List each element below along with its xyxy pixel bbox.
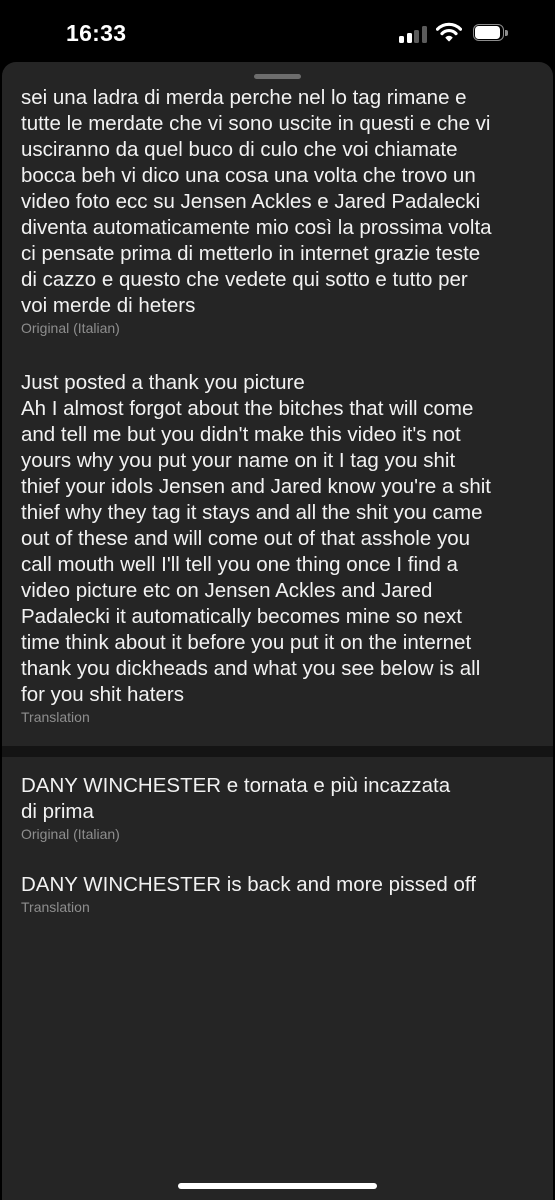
home-indicator[interactable] xyxy=(178,1183,377,1189)
original-label-2: Original (Italian) xyxy=(21,826,120,842)
original-label-1: Original (Italian) xyxy=(21,320,120,336)
original-text-1: sei una ladra di merda perche nel lo tag… xyxy=(21,86,492,317)
translation-text-block-1: Just posted a thank you picture Ah I alm… xyxy=(21,370,531,726)
signal-icon xyxy=(399,25,429,43)
sheet-grabber[interactable] xyxy=(254,74,301,79)
translation-sheet[interactable]: sei una ladra di merda perche nel lo tag… xyxy=(2,62,553,1200)
battery-icon xyxy=(473,24,509,43)
translation-text-1: Just posted a thank you picture Ah I alm… xyxy=(21,371,491,706)
section-divider xyxy=(2,746,553,757)
original-text-2: DANY WINCHESTER e tornata e più incazzat… xyxy=(21,774,451,823)
status-time: 16:33 xyxy=(66,20,127,46)
translation-text-2: DANY WINCHESTER is back and more pissed … xyxy=(21,873,476,896)
original-text-block-1: sei una ladra di merda perche nel lo tag… xyxy=(21,85,531,337)
wifi-icon xyxy=(436,22,462,42)
original-text-block-2: DANY WINCHESTER e tornata e più incazzat… xyxy=(21,773,531,843)
status-bar: 16:33 xyxy=(0,0,555,62)
translation-label-2: Translation xyxy=(21,899,90,915)
translation-label-1: Translation xyxy=(21,709,90,725)
translation-text-block-2: DANY WINCHESTER is back and more pissed … xyxy=(21,872,531,916)
